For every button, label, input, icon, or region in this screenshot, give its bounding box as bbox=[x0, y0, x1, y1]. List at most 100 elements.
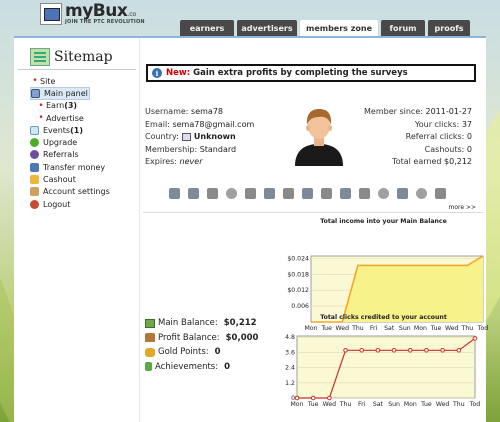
events-count: (1) bbox=[70, 125, 83, 135]
country-flag-icon bbox=[181, 133, 191, 142]
expires-value: never bbox=[179, 157, 203, 166]
sitemap-header: Sitemap bbox=[30, 48, 113, 66]
sidebar-item-advertise[interactable]: • Advertise bbox=[30, 112, 110, 124]
sidebar-item-label: Upgrade bbox=[43, 138, 78, 148]
y-tick-label: 0.006 bbox=[291, 303, 309, 310]
referral-clicks-value: 0 bbox=[466, 132, 472, 141]
sidebar-item-account-settings[interactable]: Account settings bbox=[30, 186, 110, 198]
sidebar-item-label: Logout bbox=[43, 199, 71, 209]
username-label: Username: bbox=[145, 107, 189, 116]
sidebar-item-upgrade[interactable]: Upgrade bbox=[30, 136, 110, 148]
tab-members-zone[interactable]: members zone bbox=[300, 20, 378, 36]
sidebar-item-earn[interactable]: • Earn (3) bbox=[30, 100, 110, 112]
people-icon[interactable] bbox=[397, 188, 408, 199]
sidebar-item-cashout[interactable]: Cashout bbox=[30, 173, 110, 185]
transfer-icon bbox=[30, 162, 39, 172]
account-stats: Member since: 2011-01-27 Your clicks: 37… bbox=[364, 106, 472, 169]
y-tick-label: $0.024 bbox=[287, 255, 309, 262]
tab-advertisers[interactable]: advertisers bbox=[237, 20, 297, 36]
main-content: i New: Gain extra profits by completing … bbox=[141, 38, 488, 422]
cashouts-value: 0 bbox=[466, 144, 472, 154]
sidebar-item-events[interactable]: Events (1) bbox=[30, 124, 110, 136]
window-icon[interactable] bbox=[359, 188, 370, 199]
people-icon[interactable] bbox=[378, 188, 389, 199]
grid-icon[interactable] bbox=[302, 188, 313, 199]
tab-earners[interactable]: earners bbox=[180, 20, 234, 36]
site-header: myBux.co JOIN THE PTC REVOLUTION earners… bbox=[0, 0, 500, 36]
sidebar-item-transfer-money[interactable]: Transfer money bbox=[30, 161, 110, 173]
clicks-chart-plot: 01.22.43.64.8Mon Tue Wed Thu Fri Sat Sun Mon Tue… bbox=[285, 334, 481, 408]
chart-title: Total income into your Main Balance bbox=[320, 218, 447, 225]
data-point bbox=[310, 395, 316, 401]
email-value: sema78@gmail.com bbox=[172, 119, 255, 129]
cart-icon[interactable] bbox=[264, 188, 275, 199]
x-tick-label: Wed bbox=[323, 401, 337, 408]
x-tick-label: Tue bbox=[307, 401, 319, 408]
spade-icon[interactable] bbox=[226, 188, 237, 199]
balances: Main Balance: $0,212 Profit Balance: $0,00… bbox=[145, 316, 258, 374]
achievements-value: 0 bbox=[224, 361, 231, 372]
window-icon[interactable] bbox=[340, 188, 351, 199]
profit-balance-value: $0,000 bbox=[225, 332, 259, 343]
sidebar-item-logout[interactable]: Logout bbox=[30, 198, 110, 210]
flag-icon[interactable] bbox=[169, 188, 180, 199]
x-tick-label: Tod bbox=[469, 401, 481, 408]
sidebar-item-label: Events bbox=[43, 125, 71, 135]
main-balance-value: $0,212 bbox=[223, 318, 257, 329]
sidebar-item-main-panel[interactable]: Main panel bbox=[30, 87, 90, 100]
data-point bbox=[359, 348, 365, 353]
logo-tld: .co bbox=[127, 11, 137, 18]
main-balance-label: Main Balance: bbox=[158, 318, 218, 329]
divider bbox=[143, 212, 483, 213]
logo-text: myBux.co JOIN THE PTC REVOLUTION bbox=[65, 3, 145, 25]
data-point bbox=[343, 348, 348, 353]
settings-icon bbox=[30, 187, 39, 197]
sidebar-item-label: Cashout bbox=[43, 175, 76, 185]
profile-info: Username: sema78 Email: sema78@gmail.com… bbox=[145, 106, 254, 169]
x-tick-label: Wed bbox=[436, 401, 450, 408]
sitemap-title: Sitemap bbox=[54, 49, 113, 65]
bucket-icon[interactable] bbox=[245, 188, 256, 199]
sidebar-item-label: Main panel bbox=[44, 88, 88, 98]
page-icon[interactable] bbox=[207, 188, 218, 199]
logo-name: myBux bbox=[65, 1, 128, 21]
cashout-icon bbox=[30, 175, 39, 185]
total-earned-label: Total earned bbox=[392, 157, 442, 166]
bank-icon bbox=[145, 333, 155, 343]
calendar-icon[interactable] bbox=[321, 188, 332, 199]
x-tick-label: Mon bbox=[404, 401, 417, 408]
notice-banner[interactable]: i New: Gain extra profits by completing … bbox=[146, 64, 476, 82]
membership-value: Standard bbox=[199, 144, 237, 154]
site-logo[interactable]: myBux.co JOIN THE PTC REVOLUTION bbox=[40, 3, 145, 25]
achievements-label: Achievements: bbox=[155, 361, 219, 372]
sitemap-icon bbox=[30, 48, 50, 66]
trophy-icon bbox=[145, 362, 152, 372]
y-tick-label: 4.8 bbox=[285, 334, 295, 341]
users-icon[interactable] bbox=[416, 188, 427, 199]
sidebar-item-site[interactable]: • Site bbox=[30, 75, 110, 87]
monitor-logo-icon bbox=[40, 3, 62, 25]
membership-label: Membership: bbox=[145, 144, 198, 154]
sidebar-item-referrals[interactable]: Referrals bbox=[30, 149, 110, 161]
earn-count: (3) bbox=[64, 101, 78, 111]
avatar[interactable] bbox=[291, 106, 347, 166]
person-icon[interactable] bbox=[435, 188, 446, 199]
chart-title: Total clicks credited to your account bbox=[320, 314, 447, 321]
divider bbox=[18, 69, 136, 70]
flag-icon[interactable] bbox=[188, 188, 199, 199]
x-tick-label: Tue bbox=[420, 401, 432, 408]
bullet-icon: • bbox=[38, 100, 44, 111]
data-point bbox=[472, 336, 478, 341]
y-tick-label: $0.012 bbox=[287, 287, 309, 294]
data-point bbox=[407, 348, 413, 353]
tab-forum[interactable]: forum bbox=[381, 20, 425, 36]
y-tick-label: 1.2 bbox=[285, 380, 295, 387]
tab-proofs[interactable]: proofs bbox=[428, 20, 470, 36]
truck-icon[interactable] bbox=[283, 188, 294, 199]
plot-area bbox=[296, 335, 476, 399]
coins-icon bbox=[145, 347, 155, 357]
x-tick-label: Sat bbox=[373, 401, 384, 408]
referrals-icon bbox=[30, 150, 39, 160]
more-link[interactable]: more >> bbox=[448, 204, 476, 211]
gold-points-value: 0 bbox=[214, 347, 221, 358]
